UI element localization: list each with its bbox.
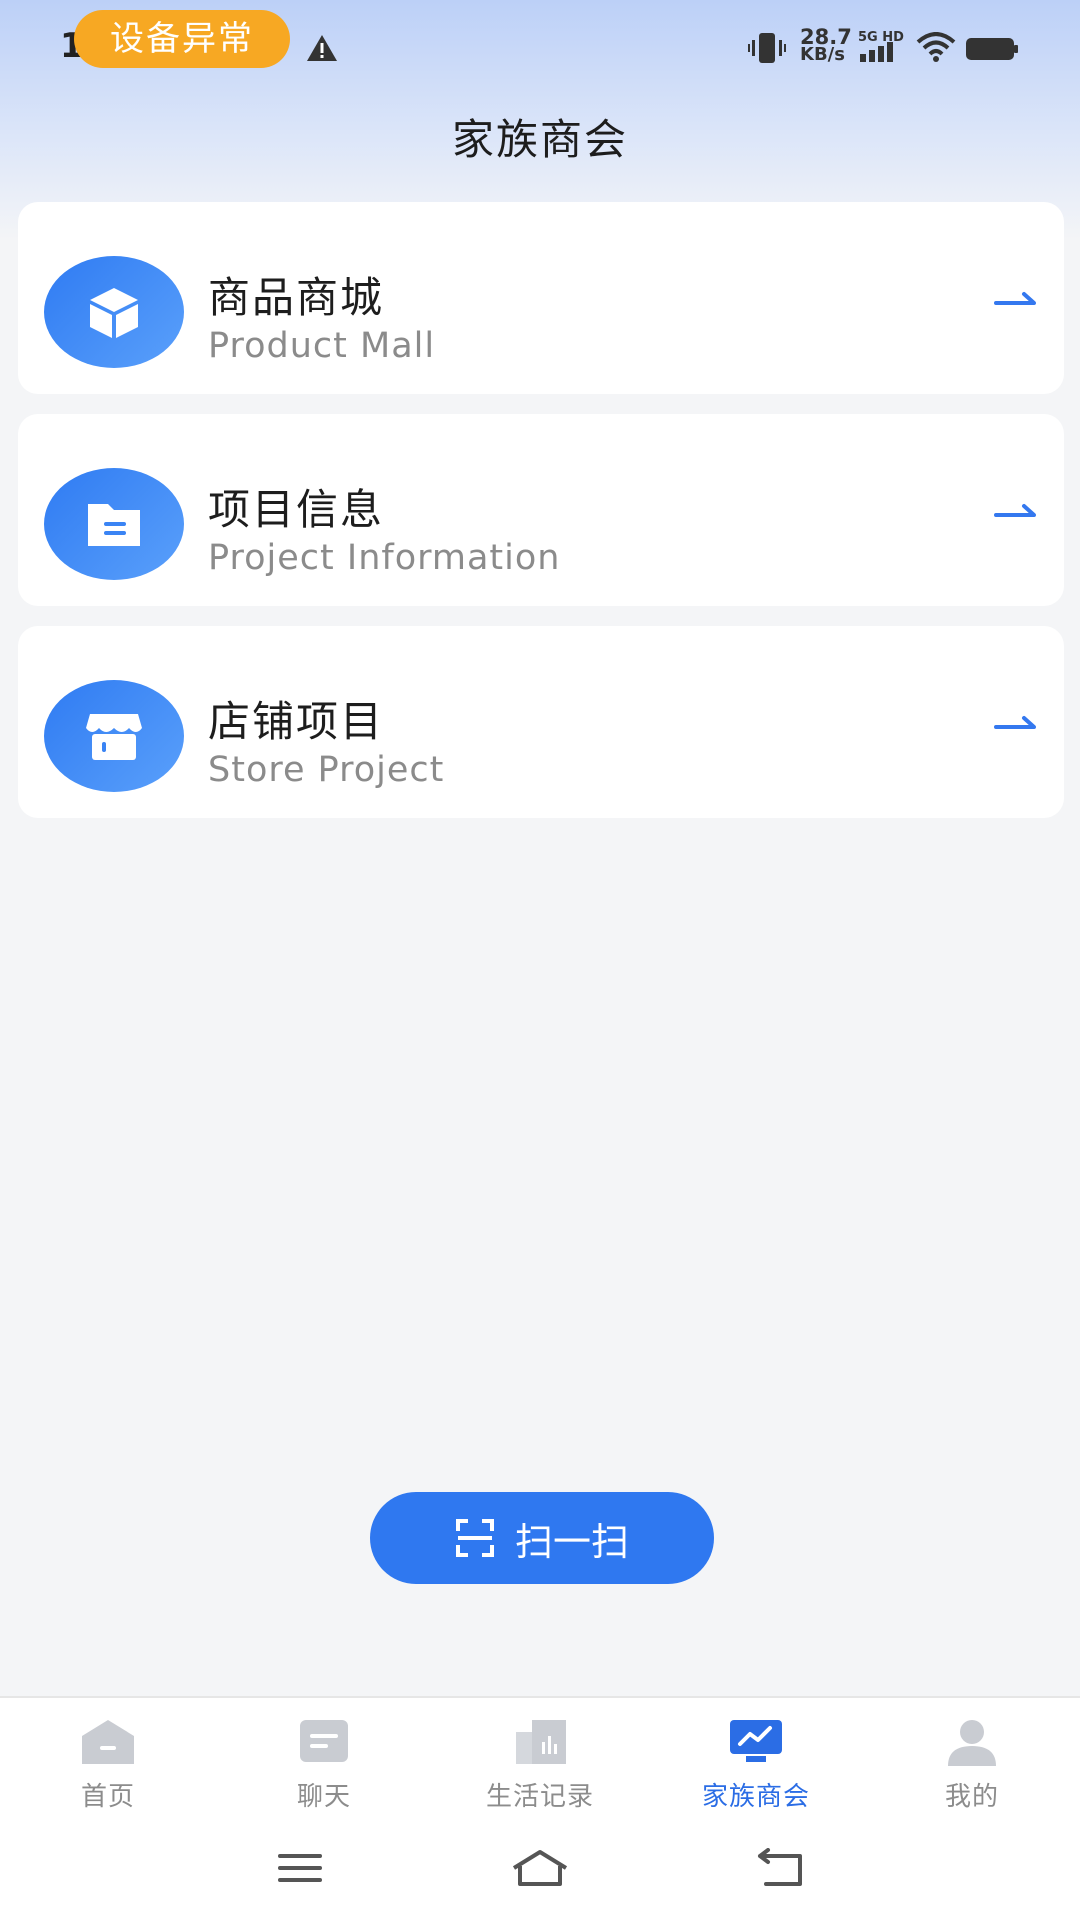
card-store-project[interactable]: 店铺项目 Store Project	[18, 626, 1064, 818]
card-subtitle: Product Mall	[208, 326, 436, 366]
scan-icon	[455, 1519, 494, 1557]
home-nav-icon[interactable]	[510, 1848, 570, 1888]
card-title: 商品商城	[208, 273, 385, 322]
tab-label: 生活记录	[485, 1782, 594, 1812]
folder-icon	[88, 504, 140, 546]
wifi-icon	[916, 32, 956, 62]
monitor-trend-icon	[730, 1720, 782, 1762]
arrow-right-icon	[994, 716, 1036, 729]
arrow-right-icon	[994, 292, 1036, 305]
tab-mine[interactable]: 我的	[864, 1698, 1080, 1818]
bottom-tab-bar: 首页 聊天 生活记录 家族商会 我的	[0, 1696, 1080, 1816]
tab-label: 我的	[944, 1782, 999, 1812]
page-title: 家族商会	[451, 115, 628, 164]
tab-label: 聊天	[296, 1782, 351, 1812]
card-subtitle: Store Project	[208, 750, 445, 790]
device-alert-badge[interactable]: 设备异常	[74, 10, 290, 68]
status-bar: 1 设备异常 28.7 KB/s 5G HD	[0, 0, 1080, 96]
card-icon-circle	[44, 256, 184, 368]
network-speed: 28.7 KB/s	[800, 27, 852, 65]
card-title: 店铺项目	[208, 697, 385, 746]
scan-button-label: 扫一扫	[514, 1519, 629, 1564]
card-subtitle: Project Information	[208, 538, 561, 578]
warning-icon	[307, 35, 337, 61]
back-icon[interactable]	[756, 1848, 806, 1888]
home-icon	[82, 1720, 134, 1764]
battery-icon	[966, 38, 1018, 60]
card-title: 项目信息	[208, 485, 385, 534]
tab-home[interactable]: 首页	[0, 1698, 216, 1818]
tab-life-records[interactable]: 生活记录	[432, 1698, 648, 1818]
card-icon-circle	[44, 680, 184, 792]
network-speed-unit: KB/s	[800, 44, 845, 65]
system-nav-bar	[0, 1816, 1080, 1920]
vibrate-icon	[748, 33, 786, 63]
chart-icon	[516, 1720, 566, 1764]
menu-icon[interactable]	[276, 1848, 324, 1888]
tab-family-chamber[interactable]: 家族商会	[648, 1698, 864, 1818]
store-icon	[86, 714, 142, 760]
card-project-information[interactable]: 项目信息 Project Information	[18, 414, 1064, 606]
box-icon	[90, 288, 138, 338]
card-product-mall[interactable]: 商品商城 Product Mall	[18, 202, 1064, 394]
user-icon	[948, 1720, 996, 1766]
tab-label: 首页	[80, 1782, 135, 1812]
cellular-signal-icon: 5G HD	[858, 30, 904, 62]
card-icon-circle	[44, 468, 184, 580]
network-type-label: 5G HD	[858, 30, 904, 45]
scan-button[interactable]: 扫一扫	[370, 1492, 714, 1584]
chat-icon	[300, 1720, 348, 1762]
tab-label: 家族商会	[701, 1782, 810, 1812]
arrow-right-icon	[994, 504, 1036, 517]
tab-chat[interactable]: 聊天	[216, 1698, 432, 1818]
